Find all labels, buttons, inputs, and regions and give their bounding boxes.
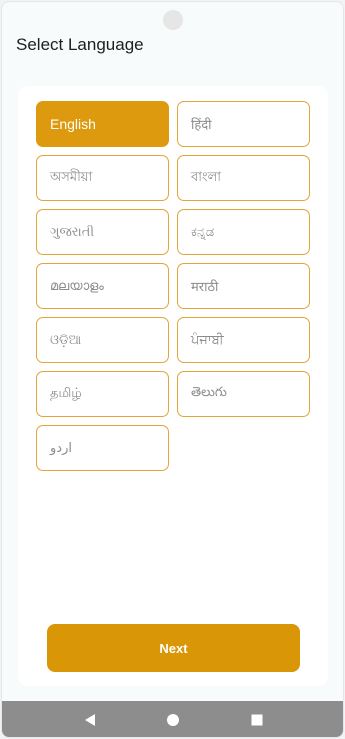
language-option-hindi[interactable]: हिंदी: [177, 101, 310, 147]
home-circle-icon[interactable]: [163, 710, 183, 730]
language-option-odia[interactable]: ଓଡ଼ିଆ: [36, 317, 169, 363]
system-navigation-bar: [2, 701, 343, 737]
language-option-punjabi[interactable]: ਪੰਜਾਬੀ: [177, 317, 310, 363]
phone-screen: Select Language English हिंदी অসমীয়া বা…: [1, 1, 344, 738]
language-option-malayalam[interactable]: മലയാളം: [36, 263, 169, 309]
language-option-assamese[interactable]: অসমীয়া: [36, 155, 169, 201]
recents-square-icon[interactable]: [247, 710, 267, 730]
language-option-urdu[interactable]: اردو: [36, 425, 169, 471]
language-option-marathi[interactable]: मराठी: [177, 263, 310, 309]
language-option-gujarati[interactable]: ગુજરાતી: [36, 209, 169, 255]
language-option-telugu[interactable]: తెలుగు: [177, 371, 310, 417]
language-grid: English हिंदी অসমীয়া বাংলা ગુજરાતી ಕನ್ನ…: [36, 101, 311, 471]
language-option-kannada[interactable]: ಕನ್ನಡ: [177, 209, 310, 255]
back-triangle-icon[interactable]: [80, 710, 100, 730]
language-card: English हिंदी অসমীয়া বাংলা ગુજરાતી ಕನ್ನ…: [18, 86, 328, 686]
next-button[interactable]: Next: [47, 624, 300, 672]
language-option-english[interactable]: English: [36, 101, 169, 147]
camera-cutout: [163, 10, 183, 30]
language-option-bengali[interactable]: বাংলা: [177, 155, 310, 201]
page-title: Select Language: [16, 35, 144, 54]
language-option-tamil[interactable]: தமிழ்: [36, 371, 169, 417]
